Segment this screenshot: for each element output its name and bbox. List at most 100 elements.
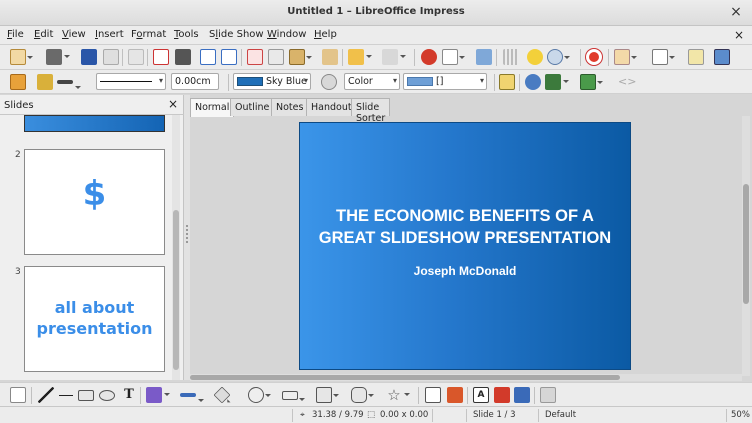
fontwork-icon[interactable]: A (473, 387, 489, 403)
menu-insert[interactable]: Insert (95, 29, 124, 40)
toggle-extrusion-icon[interactable] (540, 387, 556, 403)
tab-notes[interactable]: Notes (271, 98, 309, 116)
basic-shapes-icon[interactable] (213, 386, 231, 404)
line-fill-toolbar: ▾ 0.00cm Sky Blue ▾ Color ▾ [] ▾ <> (0, 70, 752, 94)
clone-formatting-icon[interactable] (322, 49, 338, 65)
layout-name[interactable]: Default (545, 410, 576, 420)
tab-slide-sorter[interactable]: Slide Sorter (351, 98, 391, 124)
stars-icon[interactable]: ☆ (386, 387, 410, 403)
paste-icon[interactable] (289, 49, 312, 65)
area-fill-select[interactable]: [] ▾ (403, 73, 487, 90)
new-document-icon[interactable] (10, 49, 33, 65)
menu-format[interactable]: Format (131, 29, 166, 40)
slides-pane-scrollbar[interactable] (172, 115, 180, 380)
flip-icon[interactable]: <> (618, 74, 636, 90)
menu-help[interactable]: Help (314, 29, 337, 40)
zoom-level[interactable]: 50% (731, 410, 750, 420)
vertical-scrollbar[interactable] (742, 116, 750, 376)
line-style-select[interactable]: ▾ (96, 73, 166, 90)
auto-spellcheck-icon[interactable] (221, 49, 237, 65)
print-icon[interactable] (175, 49, 191, 65)
area-icon[interactable] (321, 74, 337, 90)
slide-title-line1: THE ECONOMIC BENEFITS OF A (336, 207, 594, 225)
line-width-input[interactable]: 0.00cm (171, 73, 219, 90)
horizontal-scrollbar[interactable] (190, 374, 742, 381)
arrow-style-icon[interactable] (57, 80, 81, 89)
tab-handout[interactable]: Handout (306, 98, 357, 116)
flowchart-icon[interactable] (316, 387, 339, 403)
line-tool-icon[interactable] (38, 387, 54, 403)
size-icon: ⬚ (367, 410, 376, 420)
rectangle-icon[interactable] (78, 390, 94, 401)
standard-toolbar (0, 45, 752, 70)
slides-pane: Slides × 2 $ 3 all about presentation (0, 95, 184, 380)
menu-file[interactable]: File (7, 29, 24, 40)
table-icon[interactable] (442, 49, 465, 65)
grid-icon[interactable] (503, 49, 519, 65)
slides-pane-title: Slides (4, 100, 34, 111)
block-arrows-icon[interactable] (282, 391, 305, 401)
line-color-select[interactable]: Sky Blue ▾ (233, 73, 311, 90)
document-close-icon[interactable]: × (734, 28, 744, 42)
insert-media-icon[interactable] (514, 387, 530, 403)
slide-thumbnail-1[interactable] (24, 115, 165, 132)
curve-icon[interactable] (146, 387, 170, 403)
slide-title[interactable]: THE ECONOMIC BENEFITS OF A GREAT SLIDESH… (300, 205, 630, 249)
menu-window[interactable]: Window (267, 29, 306, 40)
menu-tools[interactable]: Tools (174, 29, 199, 40)
slide-thumbnail-3[interactable]: all about presentation (24, 266, 165, 372)
copy-icon[interactable] (268, 49, 284, 65)
rotate-icon[interactable] (525, 74, 541, 90)
status-bar: ⌖ 31.38 / 9.79 ⬚ 0.00 x 0.00 Slide 1 / 3… (0, 406, 752, 423)
line-arrow-icon[interactable] (58, 387, 74, 403)
symbol-shapes-icon[interactable] (248, 387, 271, 403)
slide-subtitle[interactable]: Joseph McDonald (300, 264, 630, 278)
tab-normal[interactable]: Normal (190, 98, 235, 117)
menu-slide-show[interactable]: Slide Show (209, 29, 264, 40)
slide-design-icon[interactable] (688, 49, 704, 65)
slide-canvas[interactable]: THE ECONOMIC BENEFITS OF A GREAT SLIDESH… (299, 122, 631, 370)
open-folder-icon[interactable] (46, 49, 70, 65)
new-slide-icon[interactable] (652, 49, 675, 65)
help-icon[interactable] (586, 49, 602, 65)
callouts-icon[interactable] (351, 387, 374, 403)
arrange-icon[interactable] (580, 74, 603, 90)
slide-thumbnail-2[interactable]: $ (24, 149, 165, 255)
shadow-icon[interactable] (499, 74, 515, 90)
slide-3-line2: presentation (36, 319, 153, 338)
ellipse-icon[interactable] (99, 390, 115, 401)
email-icon[interactable] (103, 49, 119, 65)
save-icon[interactable] (81, 49, 97, 65)
select-icon[interactable] (10, 387, 26, 403)
undo-icon[interactable] (348, 49, 372, 65)
tab-outline[interactable]: Outline (230, 98, 275, 116)
redo-icon[interactable] (382, 49, 406, 65)
slides-pane-close-icon[interactable]: × (168, 97, 178, 111)
menu-edit[interactable]: Edit (34, 29, 53, 40)
chart-icon[interactable] (421, 49, 437, 65)
start-slideshow-icon[interactable] (714, 49, 730, 65)
slide-counter: Slide 1 / 3 (473, 410, 516, 420)
slide-title-line2: GREAT SLIDESHOW PRESENTATION (318, 229, 612, 247)
spellcheck-icon[interactable] (200, 49, 216, 65)
helplines-icon[interactable] (527, 49, 543, 65)
styles-icon[interactable] (10, 74, 26, 90)
connector-icon[interactable] (180, 393, 204, 402)
line-icon[interactable] (37, 74, 53, 90)
area-style-select[interactable]: Color ▾ (344, 73, 400, 90)
export-pdf-icon[interactable] (153, 49, 169, 65)
edit-file-icon[interactable] (128, 49, 144, 65)
insert-image-icon[interactable] (494, 387, 510, 403)
window-close-icon[interactable]: × (728, 4, 744, 20)
menu-bar: File Edit View Insert Format Tools Slide… (0, 26, 752, 45)
slide-layout-icon[interactable] (614, 49, 637, 65)
zoom-icon[interactable] (547, 49, 570, 65)
points-icon[interactable] (425, 387, 441, 403)
align-icon[interactable] (545, 74, 569, 90)
display-grid-icon[interactable] (476, 49, 492, 65)
glue-points-icon[interactable] (447, 387, 463, 403)
text-tool-icon[interactable]: T (121, 387, 137, 403)
cut-icon[interactable] (247, 49, 263, 65)
menu-view[interactable]: View (62, 29, 86, 40)
title-bar: Untitled 1 – LibreOffice Impress × (0, 0, 752, 26)
